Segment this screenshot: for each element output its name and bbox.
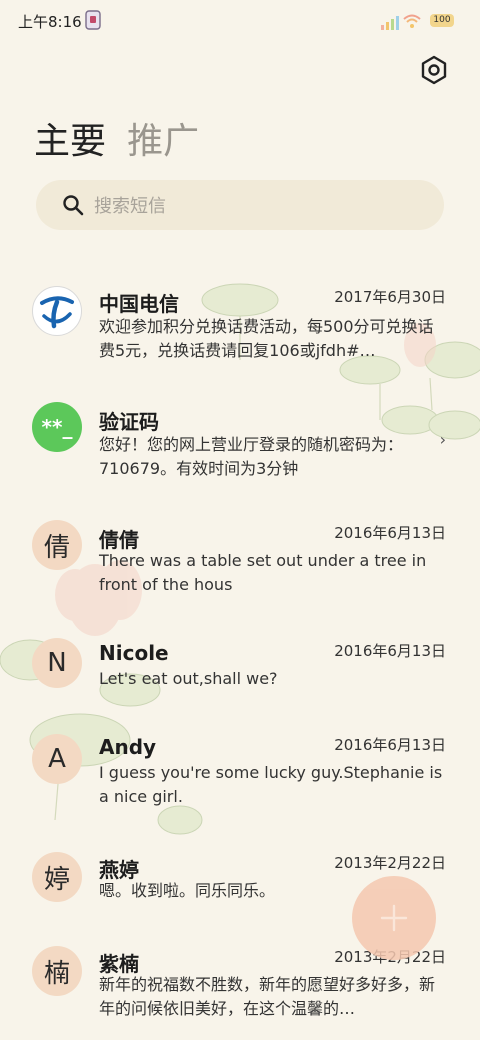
settings-icon[interactable] bbox=[418, 54, 450, 86]
contact-avatar: N bbox=[32, 638, 82, 688]
battery-indicator: 100 bbox=[430, 14, 454, 27]
telecom-logo-icon bbox=[35, 289, 79, 333]
message-row[interactable]: 倩 倩倩 2016年6月13日 There was a table set ou… bbox=[0, 520, 480, 610]
contact-name: Andy bbox=[99, 735, 157, 759]
search-bar[interactable] bbox=[36, 180, 444, 230]
message-row[interactable]: 中国电信 2017年6月30日 欢迎参加积分兑换话费活动，每500分可兑换话费5… bbox=[0, 284, 480, 384]
message-preview: Let's eat out,shall we? bbox=[99, 669, 278, 688]
message-preview: There was a table set out under a tree i… bbox=[99, 551, 427, 594]
message-preview: I guess you're some lucky guy.Stephanie … bbox=[99, 763, 443, 806]
message-preview: 您好！您的网上营业厅登录的随机密码为：710679。有效时间为3分钟 bbox=[99, 435, 404, 478]
tab-promotion[interactable]: 推广 bbox=[127, 121, 199, 162]
contact-avatar: 倩 bbox=[32, 520, 82, 570]
wifi-icon bbox=[403, 14, 421, 28]
signal-icon bbox=[381, 16, 399, 30]
status-time: 上午8:16 bbox=[18, 13, 82, 31]
telecom-logo-avatar bbox=[32, 286, 82, 336]
plus-icon bbox=[380, 904, 408, 932]
message-row[interactable]: **_ 验证码 › 您好！您的网上营业厅登录的随机密码为：710679。有效时间… bbox=[0, 402, 480, 492]
message-preview: 新年的祝福数不胜数，新年的愿望好多好多，新年的问候依旧美好，在这个温馨的… bbox=[99, 975, 436, 1018]
message-preview: 欢迎参加积分兑换话费活动，每500分可兑换话费5元，兑换话费请回复106或jfd… bbox=[99, 317, 434, 360]
contact-avatar: 楠 bbox=[32, 946, 82, 996]
contact-name: 中国电信 bbox=[99, 292, 179, 316]
contact-avatar: 婷 bbox=[32, 852, 82, 902]
status-bar: 上午8:16 100 bbox=[0, 0, 480, 42]
message-row[interactable]: N Nicole 2016年6月13日 Let's eat out,shall … bbox=[0, 638, 480, 708]
tab-main[interactable]: 主要 bbox=[34, 121, 106, 162]
message-date: 2016年6月13日 bbox=[334, 642, 446, 660]
contact-name: 验证码 bbox=[99, 410, 159, 434]
search-input[interactable] bbox=[92, 190, 426, 222]
message-date: 2016年6月13日 bbox=[334, 524, 446, 542]
tab-bar: 主要 推广 bbox=[34, 112, 215, 164]
contact-avatar: A bbox=[32, 734, 82, 784]
verification-code-avatar: **_ bbox=[32, 402, 82, 452]
compose-button[interactable] bbox=[352, 876, 436, 960]
search-icon bbox=[63, 195, 84, 216]
message-row[interactable]: A Andy 2016年6月13日 I guess you're some lu… bbox=[0, 734, 480, 824]
message-date: 2017年6月30日 bbox=[334, 288, 446, 306]
contact-name: Nicole bbox=[99, 641, 169, 665]
message-date: 2016年6月13日 bbox=[334, 736, 446, 754]
message-date: 2013年2月22日 bbox=[334, 854, 446, 872]
message-row[interactable]: 楠 紫楠 2013年2月22日 新年的祝福数不胜数，新年的愿望好多好多，新年的问… bbox=[0, 946, 480, 1036]
notification-app-icon bbox=[85, 10, 101, 30]
